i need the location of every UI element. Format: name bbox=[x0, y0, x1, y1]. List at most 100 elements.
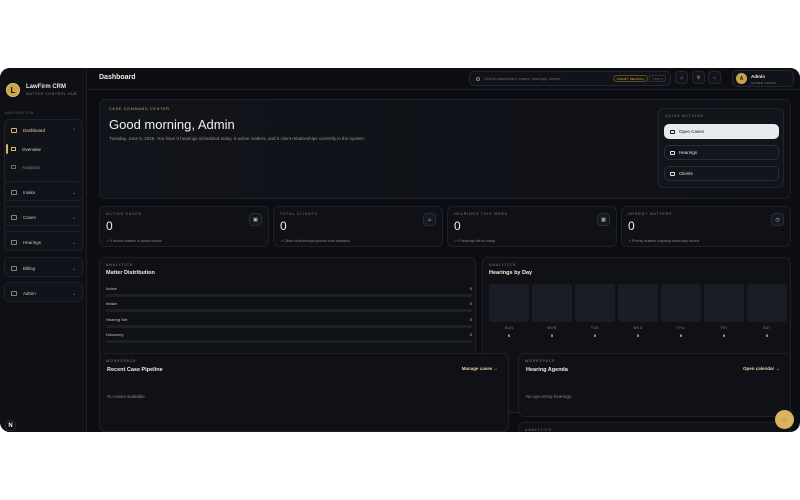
sidebar-item-label: Intake bbox=[23, 189, 36, 195]
theme-toggle-button[interactable]: ☼ bbox=[708, 71, 721, 84]
top-header: Dashboard Search dashboard, cases, heari… bbox=[88, 68, 800, 90]
stat-note: 0 recent matters in active motion bbox=[106, 239, 162, 243]
stat-label: ACTIVE CASES bbox=[106, 212, 142, 216]
progress-track bbox=[106, 294, 472, 297]
button-label: Open Cases bbox=[679, 129, 705, 134]
progress-track bbox=[106, 309, 472, 312]
day-count: 0 bbox=[765, 333, 769, 338]
clients-button[interactable]: Clients bbox=[664, 166, 779, 181]
day-column: SUN 0 bbox=[489, 284, 529, 345]
day-bar bbox=[532, 284, 572, 322]
sidebar-item-label: Hearings bbox=[23, 239, 42, 245]
quick-actions-label: QUICK ACTIONS bbox=[665, 114, 704, 118]
sidebar-subitem-analytics[interactable]: Analytics bbox=[5, 158, 82, 176]
framework-badge[interactable]: N bbox=[5, 420, 16, 431]
day-bar bbox=[489, 284, 529, 322]
user-menu[interactable]: A Admin SUPER ADMIN bbox=[732, 70, 794, 87]
notifications-button[interactable]: ♫ bbox=[675, 71, 688, 84]
calendar-icon bbox=[670, 150, 675, 155]
brand[interactable]: L LawFirm CRM MATTER CONTROL HUB bbox=[6, 76, 82, 104]
nav-group-hearings: Hearings ⌄ bbox=[4, 231, 83, 251]
section-eyebrow: ANALYTICS bbox=[106, 263, 133, 267]
settings-button[interactable]: ⚙ bbox=[692, 71, 705, 84]
smart-search-badge[interactable]: SMART SEARCH bbox=[612, 75, 648, 82]
shield-icon bbox=[11, 290, 17, 296]
analytics-card: ANALYTICS bbox=[518, 422, 791, 432]
smart-search-label: SMART SEARCH bbox=[616, 76, 644, 81]
search-input[interactable]: Search dashboard, cases, hearings, clien… bbox=[469, 71, 671, 86]
stat-value: 0 bbox=[106, 219, 113, 233]
day-column: WED 0 bbox=[618, 284, 658, 345]
calendar-icon: ▦ bbox=[597, 213, 610, 226]
day-name: SUN bbox=[504, 326, 514, 330]
sidebar-item-label: Admin bbox=[23, 290, 36, 296]
user-role: SUPER ADMIN bbox=[751, 81, 777, 85]
sidebar-item-billing[interactable]: Billing ⌄ bbox=[5, 258, 82, 278]
section-eyebrow: ANALYTICS bbox=[525, 428, 552, 432]
sun-icon: ☼ bbox=[712, 74, 717, 81]
day-name: SAT bbox=[763, 326, 771, 330]
hearing-agenda-card: WORKSPACE Hearing Agenda Open calendar →… bbox=[518, 353, 791, 417]
chat-button[interactable]: ◌ bbox=[775, 410, 794, 429]
section-eyebrow: WORKSPACE bbox=[525, 359, 556, 363]
chevron-down-icon: ⌄ bbox=[71, 190, 76, 196]
stat-card-hearings-week: HEARINGS THIS WEEK 0 0 hearings fall on … bbox=[447, 206, 617, 247]
section-title: Hearing Agenda bbox=[526, 367, 568, 373]
sidebar-item-intake[interactable]: Intake ⌄ bbox=[5, 182, 82, 202]
hearings-button[interactable]: Hearings bbox=[664, 145, 779, 160]
day-bar bbox=[618, 284, 658, 322]
day-count: 0 bbox=[550, 333, 554, 338]
sidebar-subitem-overview[interactable]: Overview bbox=[5, 140, 82, 158]
section-eyebrow: WORKSPACE bbox=[106, 359, 137, 363]
case-pipeline-card: WORKSPACE Recent Case Pipeline Manage ca… bbox=[99, 353, 509, 432]
stat-label: URGENT MATTERS bbox=[628, 212, 673, 216]
empty-state: No upcoming hearings. bbox=[526, 394, 573, 399]
day-count: 0 bbox=[636, 333, 640, 338]
open-cases-button[interactable]: Open Cases bbox=[664, 124, 779, 139]
briefcase-icon bbox=[670, 129, 675, 134]
chevron-down-icon: ⌄ bbox=[71, 266, 76, 272]
button-label: Hearings bbox=[679, 150, 698, 155]
sidebar-item-label: Cases bbox=[23, 214, 36, 220]
day-count: 0 bbox=[679, 333, 683, 338]
inbox-icon bbox=[11, 189, 17, 195]
section-title: Matter Distribution bbox=[106, 270, 155, 276]
grid-icon bbox=[11, 127, 17, 133]
day-count: 0 bbox=[722, 333, 726, 338]
stat-label: HEARINGS THIS WEEK bbox=[454, 212, 508, 216]
user-name: Admin bbox=[751, 74, 765, 79]
alert-icon: ◷ bbox=[771, 213, 784, 226]
briefcase-icon: ▣ bbox=[249, 213, 262, 226]
brand-name: LawFirm CRM bbox=[26, 84, 67, 90]
sidebar-item-cases[interactable]: Cases ⌄ bbox=[5, 207, 82, 227]
day-column: TUE 0 bbox=[575, 284, 615, 345]
briefcase-icon bbox=[11, 214, 17, 220]
sidebar-item-dashboard[interactable]: Dashboard ⌃ bbox=[5, 120, 82, 140]
day-column: FRI 0 bbox=[704, 284, 744, 345]
progress-track bbox=[106, 325, 472, 328]
row-label: Intake bbox=[106, 301, 117, 306]
stat-note: Client relationships synced from backend bbox=[280, 239, 350, 243]
open-calendar-link[interactable]: Open calendar → bbox=[743, 366, 780, 371]
section-title: Hearings by Day bbox=[489, 270, 533, 276]
sidebar-item-hearings[interactable]: Hearings ⌄ bbox=[5, 232, 82, 252]
row-value: 0 bbox=[469, 301, 472, 306]
stat-value: 0 bbox=[628, 219, 635, 233]
page-title: Dashboard bbox=[99, 74, 136, 81]
receipt-icon bbox=[11, 265, 17, 271]
stat-card-urgent-matters: URGENT MATTERS 0 Priority matters requir… bbox=[621, 206, 791, 247]
users-icon bbox=[670, 171, 675, 176]
manage-cases-link[interactable]: Manage cases → bbox=[462, 366, 498, 371]
day-name: TUE bbox=[590, 326, 600, 330]
chevron-down-icon: ⌄ bbox=[71, 291, 76, 297]
row-label: Active bbox=[106, 286, 117, 291]
nav-group-intake: Intake ⌄ bbox=[4, 181, 83, 201]
day-count: 0 bbox=[507, 333, 511, 338]
stat-value: 0 bbox=[280, 219, 287, 233]
section-eyebrow: ANALYTICS bbox=[489, 263, 516, 267]
day-bar bbox=[747, 284, 787, 322]
sidebar-item-admin[interactable]: Admin ⌄ bbox=[5, 283, 82, 303]
stat-note: Priority matters requiring same-day revi… bbox=[628, 239, 699, 243]
sidebar-subitem-label: Analytics bbox=[22, 164, 41, 170]
stat-value: 0 bbox=[454, 219, 461, 233]
